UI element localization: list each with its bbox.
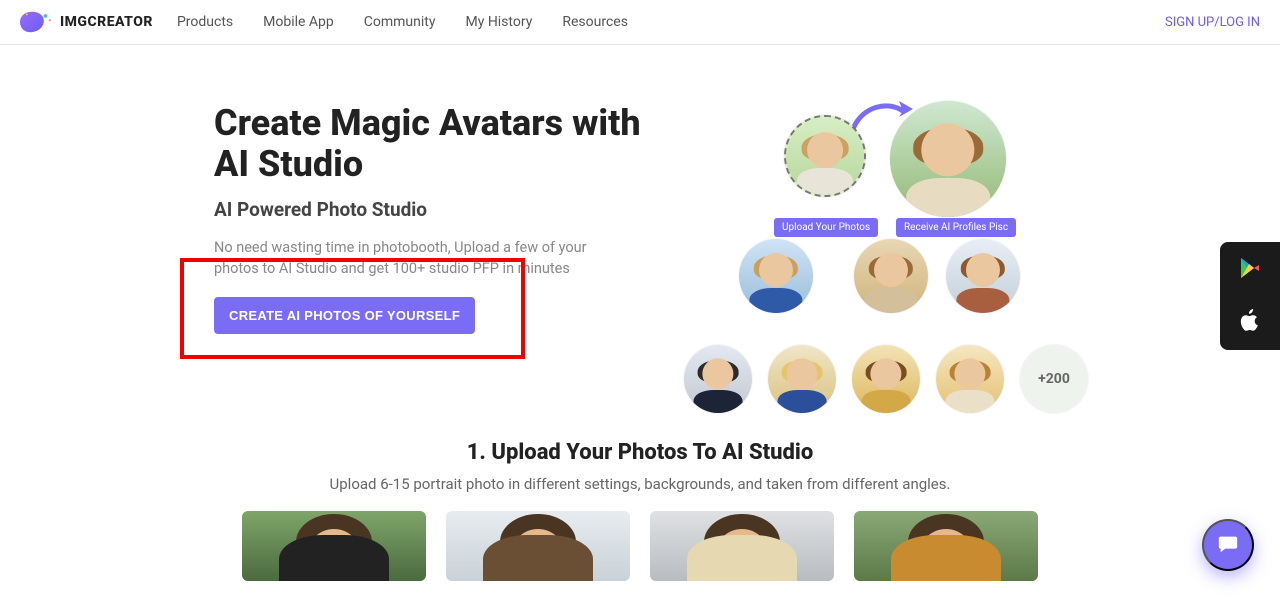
example-photo <box>446 511 630 581</box>
header: IMGCREATOR Products Mobile App Community… <box>0 0 1280 45</box>
upload-examples-row <box>90 511 1190 581</box>
app-store-float <box>1220 242 1280 350</box>
apple-icon <box>1238 317 1262 336</box>
chat-icon <box>1217 533 1239 558</box>
app-store-link[interactable] <box>1238 308 1262 336</box>
create-ai-photos-button[interactable]: CREATE AI PHOTOS OF YOURSELF <box>214 297 475 334</box>
hero-section: Create Magic Avatars with AI Studio AI P… <box>0 45 1280 473</box>
avatar-sample <box>946 239 1020 313</box>
avatar-sample <box>936 345 1004 413</box>
upload-section-title: 1. Upload Your Photos To AI Studio <box>90 440 1190 465</box>
upload-section: 1. Upload Your Photos To AI Studio Uploa… <box>0 440 1280 581</box>
avatar-sample <box>852 345 920 413</box>
avatar-result-main <box>890 101 1006 217</box>
brand-logo-icon <box>20 10 54 34</box>
auth-link[interactable]: SIGN UP/LOG IN <box>1165 15 1260 30</box>
example-photo <box>242 511 426 581</box>
nav-products[interactable]: Products <box>177 14 233 30</box>
example-photo <box>854 511 1038 581</box>
avatar-sample <box>854 239 928 313</box>
hero-description: No need wasting time in photobooth, Uplo… <box>214 237 614 279</box>
hero-title: Create Magic Avatars with AI Studio <box>214 103 644 186</box>
nav-mobile-app[interactable]: Mobile App <box>263 14 334 30</box>
google-play-icon <box>1238 265 1262 284</box>
avatar-sample <box>739 239 813 313</box>
avatar-sample <box>768 345 836 413</box>
brand-name: IMGCREATOR <box>60 14 153 30</box>
avatar-more-count[interactable]: +200 <box>1020 345 1088 413</box>
brand-logo[interactable]: IMGCREATOR <box>20 10 153 34</box>
nav-community[interactable]: Community <box>364 14 436 30</box>
hero-subtitle: AI Powered Photo Studio <box>214 198 644 221</box>
hero-visual: Upload Your Photos Receive AI Profiles P… <box>684 103 1144 443</box>
tag-receive-profiles: Receive AI Profiles Pisc <box>896 218 1016 237</box>
example-photo <box>650 511 834 581</box>
main-nav: Products Mobile App Community My History… <box>177 14 628 30</box>
google-play-link[interactable] <box>1238 256 1262 284</box>
upload-section-description: Upload 6-15 portrait photo in different … <box>90 475 1190 493</box>
tag-upload-photos: Upload Your Photos <box>774 218 878 237</box>
hero-text: Create Magic Avatars with AI Studio AI P… <box>214 103 644 443</box>
nav-my-history[interactable]: My History <box>466 14 533 30</box>
nav-resources[interactable]: Resources <box>562 14 628 30</box>
chat-fab[interactable] <box>1202 519 1254 571</box>
avatar-sample <box>684 345 752 413</box>
avatar-source <box>784 115 866 197</box>
avatar-more-label: +200 <box>1038 371 1070 387</box>
